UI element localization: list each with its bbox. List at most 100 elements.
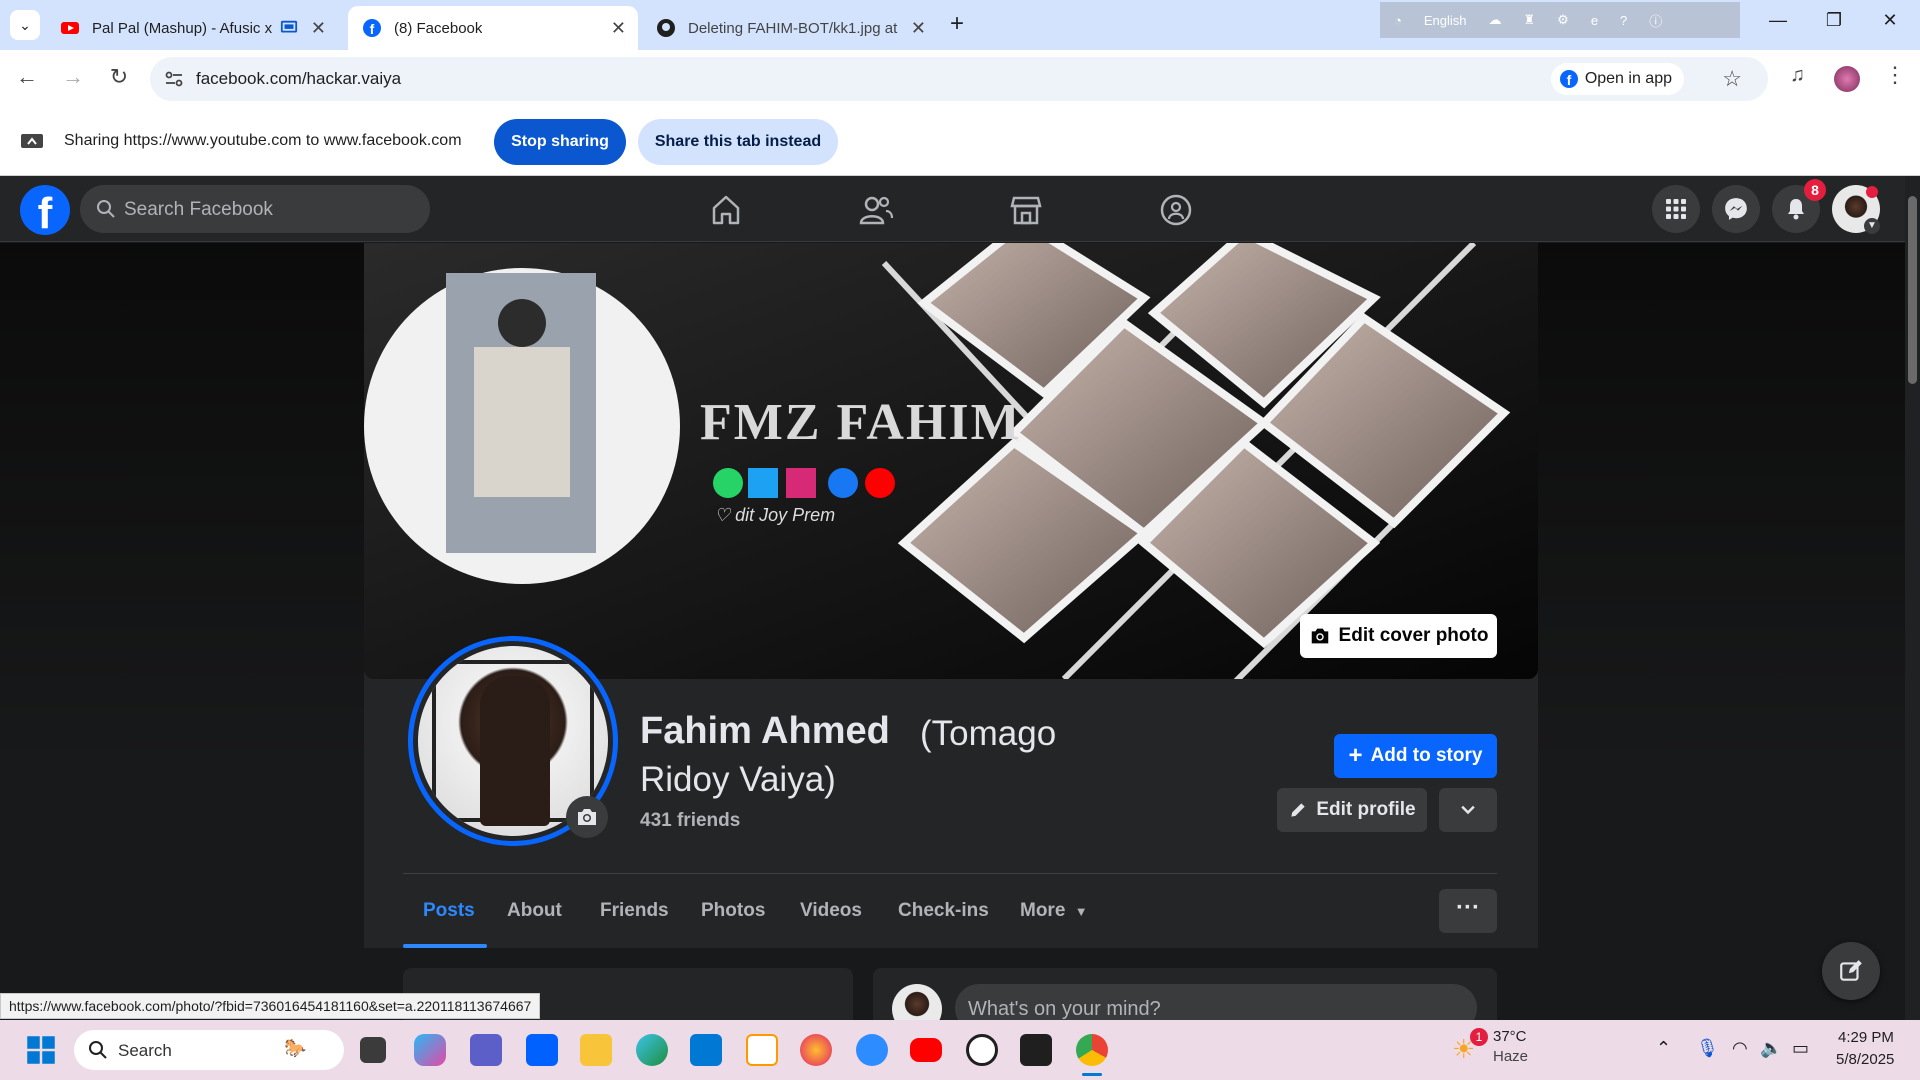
open-in-app-button[interactable]: f Open in app [1550,63,1684,95]
link-status-bar: https://www.facebook.com/photo/?fbid=736… [0,993,541,1019]
dropbox-icon[interactable] [526,1034,558,1066]
clock-date[interactable]: 5/8/2025 [1836,1051,1894,1068]
task-view-icon[interactable] [360,1037,386,1063]
add-to-story-button[interactable]: + Add to story [1334,734,1497,778]
amazon-icon[interactable] [746,1034,778,1066]
groups-icon[interactable] [1156,190,1196,230]
url-text[interactable]: facebook.com/hackar.vaiya [196,69,401,89]
tab-about[interactable]: About [507,900,562,922]
tab-photos[interactable]: Photos [701,900,765,922]
ime-toolbar: ◔ English ☁ ♜ ⚙ e ? ⓘ [1380,2,1740,38]
facebook-header: f Search Facebook 8 ▼ [0,176,1905,242]
friends-icon[interactable] [856,190,896,230]
battery-icon[interactable]: ▭ [1792,1038,1809,1059]
edit-profile-button[interactable]: Edit profile [1277,788,1427,832]
grid-menu-icon [1666,199,1686,219]
new-tab-button[interactable]: + [950,10,964,38]
chrome-profile-avatar[interactable] [1834,66,1860,92]
ime-logo-icon: ◔ [1394,12,1402,28]
profile-options-dropdown[interactable] [1439,788,1497,832]
close-window-button[interactable]: ✕ [1870,10,1910,31]
back-button[interactable]: ← [12,64,42,90]
facebook-search-input[interactable]: Search Facebook [80,185,430,233]
speaker-icon[interactable]: 🔈 [1760,1038,1782,1059]
forward-button[interactable]: → [58,64,88,90]
home-icon[interactable] [706,190,746,230]
chrome-menu-icon[interactable]: ⋮ [1884,62,1906,88]
cover-title-text: FMZ FAHIM [700,394,1022,451]
update-profile-picture-button[interactable] [566,796,608,838]
tab-facebook[interactable]: f (8) Facebook ✕ [348,6,638,50]
copilot-icon[interactable] [414,1034,446,1066]
bookmark-star-icon[interactable]: ☆ [1722,66,1742,92]
tab-posts[interactable]: Posts [423,900,475,922]
arrow-right-icon: → [62,64,84,89]
windows-taskbar: Search 🐎 ☀ 1 37°C Haze ⌃ 🎙 ◠ 🔈 ▭ 4:29 PM… [0,1020,1920,1080]
zoom-icon[interactable] [856,1034,888,1066]
reload-icon: ↻ [109,64,129,89]
address-bar[interactable]: facebook.com/hackar.vaiya f Open in app … [150,57,1768,101]
youtube-icon[interactable] [910,1038,942,1062]
search-highlight-icon: 🐎 [284,1038,307,1058]
site-settings-icon[interactable] [164,69,184,89]
sharing-status-text: Sharing https://www.youtube.com to www.f… [64,132,462,149]
account-chevron[interactable]: ▼ [1864,218,1880,234]
compose-icon [1840,960,1862,981]
tab-github[interactable]: Deleting FAHIM-BOT/kk1.jpg at main ✕ [642,6,938,50]
marketplace-icon[interactable] [1006,190,1046,230]
microsoft-store-icon[interactable] [690,1034,722,1066]
chrome-icon[interactable] [1076,1034,1108,1066]
edit-cover-photo-button[interactable]: Edit cover photo [1300,614,1497,658]
reload-button[interactable]: ↻ [104,64,134,90]
camera-icon [578,809,596,825]
chevron-down-icon: ⌄ [19,17,31,33]
friends-count-link[interactable]: 431 friends [640,810,740,832]
profile-name: Fahim Ahmed [640,710,890,752]
windows-start-icon[interactable] [26,1035,56,1065]
tab-search-dropdown[interactable]: ⌄ [10,10,40,40]
stop-sharing-button[interactable]: Stop sharing [494,119,626,165]
file-explorer-icon[interactable] [580,1034,612,1066]
taskbar-search[interactable]: Search 🐎 [74,1030,344,1070]
tab-more[interactable]: More ▼ [1020,900,1088,922]
ime-language-label[interactable]: English [1424,13,1467,28]
media-control-icon[interactable]: ♫ [1790,64,1805,87]
cover-subtitle-text: ♡ dit Joy Prem [714,505,836,525]
firefox-icon[interactable] [800,1034,832,1066]
tab-youtube[interactable]: Pal Pal (Mashup) - Afusic x Talwiinder ✕ [46,6,338,50]
menu-button[interactable] [1652,185,1700,233]
minimize-button[interactable]: — [1758,10,1798,31]
close-icon[interactable]: ✕ [311,18,326,39]
gear-icon: ⚙ [1557,12,1569,27]
tab-title: Deleting FAHIM-BOT/kk1.jpg at main [688,19,898,37]
messenger-button[interactable] [1712,185,1760,233]
tab-friends[interactable]: Friends [600,900,669,922]
edge-icon[interactable] [636,1034,668,1066]
tab-videos[interactable]: Videos [800,900,862,922]
chevron-down-icon [1461,805,1475,815]
screen-share-icon [280,20,298,33]
clock-time[interactable]: 4:29 PM [1838,1029,1894,1046]
scrollbar-thumb[interactable] [1908,196,1917,384]
tab-check-ins[interactable]: Check-ins [898,900,989,922]
restore-button[interactable]: ❐ [1814,10,1854,31]
edit-profile-label: Edit profile [1316,799,1416,820]
profile-divider [403,873,1497,874]
profile-alternate-name-cont: Ridoy Vaiya) [640,760,836,799]
terminal-app-icon[interactable] [1020,1034,1052,1066]
new-message-button[interactable] [1822,942,1880,1000]
share-this-tab-button[interactable]: Share this tab instead [638,119,838,165]
composer-placeholder: What's on your mind? [968,998,1161,1020]
teams-icon[interactable] [470,1034,502,1066]
microphone-icon[interactable]: 🎙 [1696,1038,1719,1059]
wifi-icon[interactable]: ◠ [1732,1038,1748,1059]
chatgpt-icon[interactable] [966,1034,998,1066]
weather-badge: 1 [1470,1028,1488,1046]
close-icon[interactable]: ✕ [611,18,626,39]
more-options-button[interactable]: ··· [1439,889,1497,933]
chevron-up-icon[interactable]: ⌃ [1656,1038,1671,1059]
profile-alternate-name: (Tomago [920,714,1057,753]
youtube-icon [61,22,79,34]
facebook-logo[interactable]: f [20,185,70,235]
close-icon[interactable]: ✕ [911,18,926,39]
